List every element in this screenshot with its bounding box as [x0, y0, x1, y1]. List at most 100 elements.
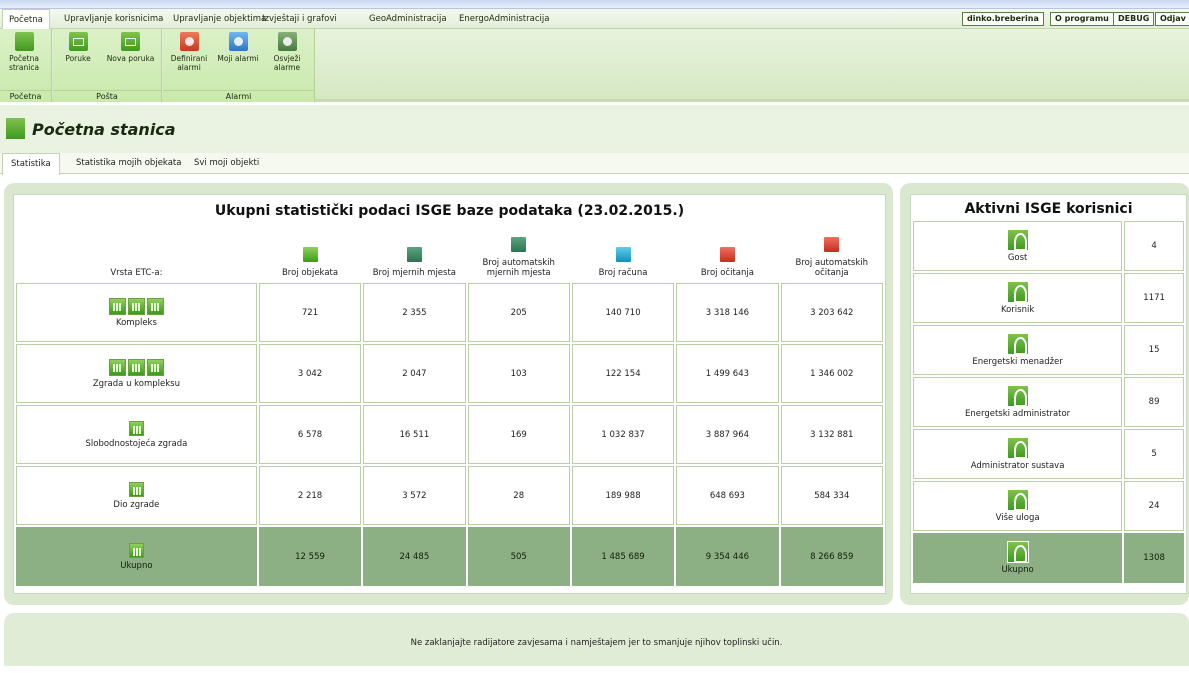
- col-header: Broj objekata: [258, 227, 362, 281]
- refresh-alarms-button[interactable]: Osvježi alarme: [268, 32, 306, 72]
- table-row: Kompleks 721 2 355 205 140 710 3 318 146…: [16, 283, 883, 342]
- table-cell: 2 355: [363, 283, 466, 342]
- refresh-alarms-label-1: Osvježi: [273, 54, 301, 63]
- defined-alarms-button[interactable]: Definirani alarmi: [169, 32, 209, 72]
- table-cell: 9 354 446: [676, 527, 779, 586]
- standalone-building-icon: [17, 420, 256, 439]
- messages-button[interactable]: Poruke: [61, 32, 95, 63]
- table-cell: 8 266 859: [780, 527, 883, 586]
- logout-button[interactable]: Odjav: [1155, 12, 1189, 26]
- new-message-button[interactable]: Nova poruka: [103, 32, 158, 63]
- group-label-home: Početna: [0, 90, 51, 102]
- user-type-cell: Gost: [913, 221, 1123, 271]
- stats-panel: Ukupni statistički podaci ISGE baze poda…: [4, 183, 893, 605]
- mail-inbox-icon: [68, 32, 88, 51]
- complex-icon: [17, 297, 256, 318]
- user-icon: [1006, 489, 1029, 511]
- user-row: Gost 4: [913, 221, 1184, 271]
- chart-line-icon: [14, 32, 34, 51]
- user-count-cell: 1171: [1124, 273, 1184, 323]
- defined-alarms-label-1: Definirani: [170, 54, 208, 63]
- menu-geoadministracija[interactable]: GeoAdministracija: [363, 9, 453, 29]
- table-total-row: Ukupno 12 559 24 485 505 1 485 689 9 354…: [16, 527, 883, 586]
- table-cell: 24 485: [363, 527, 466, 586]
- table-cell: 3 042: [258, 344, 362, 403]
- table-cell: 3 887 964: [676, 405, 779, 464]
- building-in-complex-icon: [17, 358, 256, 379]
- about-button[interactable]: O programu: [1050, 12, 1114, 26]
- users-inner: Aktivni ISGE korisnici Gost 4 Korisnik 1…: [910, 194, 1187, 594]
- table-cell: 1 499 643: [676, 344, 779, 403]
- users-group-icon: [1006, 541, 1029, 563]
- building-icon: [302, 247, 318, 262]
- menu-energoadministracija[interactable]: EnergoAdministracija: [453, 9, 555, 29]
- table-row: Zgrada u kompleksu 3 042 2 047 103 122 1…: [16, 344, 883, 403]
- table-cell: 140 710: [571, 283, 675, 342]
- messages-label: Poruke: [65, 54, 91, 63]
- window-top-strip: [0, 0, 1189, 9]
- page-title: Početna stanica: [32, 120, 176, 139]
- group-label-alarms: Alarmi: [163, 90, 314, 102]
- ribbon-group-mail: Poruke Nova poruka Pošta: [53, 29, 162, 102]
- user-type-cell: Energetski menadžer: [913, 325, 1123, 375]
- users-table: Gost 4 Korisnik 1171 Energetski menadžer…: [911, 219, 1186, 585]
- menu-upravljanje-korisnicima[interactable]: Upravljanje korisnicima: [58, 9, 169, 29]
- user-button[interactable]: dinko.breberina: [962, 12, 1044, 26]
- user-count-cell: 24: [1124, 481, 1184, 531]
- table-cell: 205: [467, 283, 570, 342]
- user-count-cell: 15: [1124, 325, 1184, 375]
- menu-izvjestaji[interactable]: Izvještaji i grafovi: [256, 9, 343, 29]
- tab-svi-moji-objekti[interactable]: Svi moji objekti: [186, 153, 267, 174]
- alarm-clock-icon: [179, 32, 199, 51]
- table-cell: 103: [467, 344, 570, 403]
- footer-tip: Ne zaklanjajte radijatore zavjesama i na…: [4, 613, 1189, 666]
- page-title-bar: Početna stanica: [0, 105, 1189, 153]
- auto-meter-icon: [511, 237, 527, 252]
- stats-header-row: Vrsta ETC-a: Broj objekata Broj mjernih …: [16, 227, 883, 281]
- table-cell: 584 334: [780, 466, 883, 525]
- my-alarms-button[interactable]: Moji alarmi: [216, 32, 260, 63]
- user-count-cell: 89: [1124, 377, 1184, 427]
- my-alarms-label: Moji alarmi: [217, 54, 259, 63]
- user-icon: [1006, 385, 1029, 407]
- menu-pocetna[interactable]: Početna: [2, 9, 50, 30]
- chart-line-icon: [6, 118, 25, 139]
- table-cell: 648 693: [676, 466, 779, 525]
- users-panel: Aktivni ISGE korisnici Gost 4 Korisnik 1…: [900, 183, 1189, 605]
- refresh-alarms-label-2: alarme: [273, 63, 301, 72]
- table-cell: 505: [467, 527, 570, 586]
- user-icon: [1006, 333, 1029, 355]
- col-header: Broj računa: [571, 227, 675, 281]
- user-row: Više uloga 24: [913, 481, 1184, 531]
- row-header-label: Vrsta ETC-a:: [16, 227, 257, 281]
- table-cell: 1 346 002: [780, 344, 883, 403]
- table-cell: 169: [467, 405, 570, 464]
- stats-table: Vrsta ETC-a: Broj objekata Broj mjernih …: [14, 225, 885, 588]
- user-count-cell: 5: [1124, 429, 1184, 479]
- table-cell: 1 485 689: [571, 527, 675, 586]
- stats-inner: Ukupni statistički podaci ISGE baze poda…: [13, 194, 886, 594]
- group-label-mail: Pošta: [53, 90, 161, 102]
- table-cell: 3 203 642: [780, 283, 883, 342]
- home-page-button[interactable]: Početna stranica: [4, 32, 44, 72]
- user-row: Korisnik 1171: [913, 273, 1184, 323]
- debug-button[interactable]: DEBUG: [1113, 12, 1155, 26]
- stats-title: Ukupni statistički podaci ISGE baze poda…: [214, 203, 685, 219]
- row-label-cell: Slobodnostojeća zgrada: [16, 405, 257, 464]
- tab-statistika-mojih-objekata[interactable]: Statistika mojih objekata: [68, 153, 189, 174]
- user-icon: [1006, 281, 1029, 303]
- user-count-cell: 4: [1124, 221, 1184, 271]
- reading-chart-icon: [719, 247, 735, 262]
- col-header: Broj mjernih mjesta: [363, 227, 466, 281]
- building-part-icon: [17, 481, 256, 500]
- user-icon: [1006, 229, 1029, 251]
- footer-tip-text: Ne zaklanjajte radijatore zavjesama i na…: [410, 638, 783, 648]
- user-type-cell: Korisnik: [913, 273, 1123, 323]
- user-row: Energetski administrator 89: [913, 377, 1184, 427]
- invoice-icon: [615, 247, 631, 262]
- tab-statistika[interactable]: Statistika: [2, 153, 60, 175]
- table-cell: 2 218: [258, 466, 362, 525]
- row-label-cell: Ukupno: [16, 527, 257, 586]
- user-type-cell: Više uloga: [913, 481, 1123, 531]
- meter-icon: [406, 247, 422, 262]
